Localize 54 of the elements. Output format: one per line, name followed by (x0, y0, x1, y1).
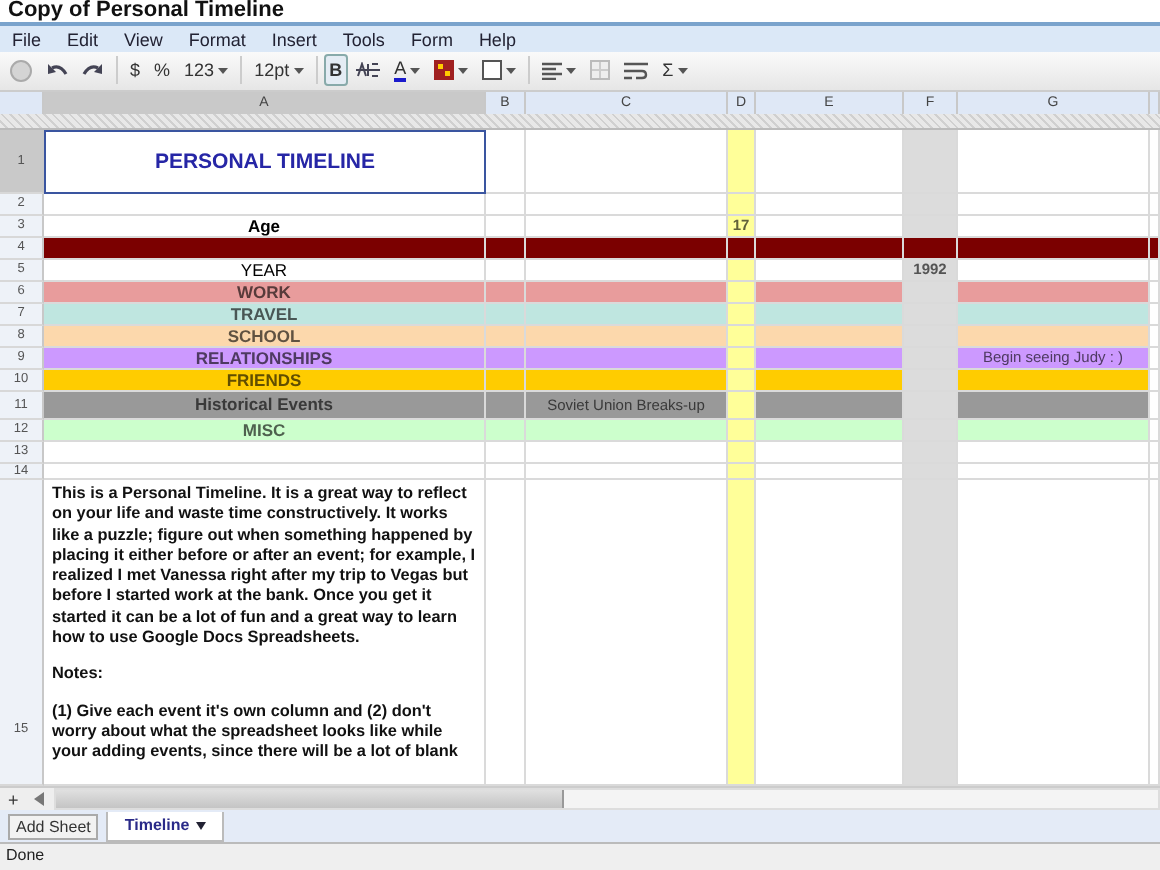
table-cell: TRAVEL (44, 303, 486, 326)
caret-icon (410, 67, 421, 74)
table-cell (486, 441, 526, 464)
menu-item[interactable]: File (12, 29, 42, 50)
table-cell: YEAR (44, 259, 486, 282)
merge-cells-icon (590, 60, 611, 81)
horizontal-scrollbar[interactable] (54, 788, 1160, 811)
print-icon (10, 59, 32, 82)
menu-item[interactable]: Format (188, 29, 246, 50)
undo-icon (46, 61, 68, 80)
toolbar-button[interactable]: Σ (656, 54, 694, 87)
caret-icon (195, 821, 206, 830)
caret-icon (677, 67, 688, 74)
table-cell: Age (44, 215, 486, 238)
redo-icon (82, 61, 104, 80)
scroll-left-icon[interactable] (34, 792, 47, 807)
table-cell: FRIENDS (44, 369, 486, 392)
menu-item[interactable]: Edit (67, 29, 99, 50)
table-cell: WORK (44, 281, 486, 304)
caret-icon (458, 67, 469, 74)
table-cell: PERSONAL TIMELINE (44, 129, 486, 194)
menu-item[interactable]: Help (478, 29, 516, 50)
add-sheet-button[interactable]: Add Sheet (8, 813, 99, 840)
table-cell (486, 259, 526, 282)
status-bar: Done (0, 843, 1160, 870)
sheet-tab[interactable]: Timeline (106, 811, 224, 842)
table-cell (486, 129, 526, 194)
table-cell: Historical Events (44, 391, 486, 420)
borders-icon (482, 60, 503, 81)
fill-color-icon (434, 60, 455, 81)
table-cell (486, 215, 526, 238)
caret-icon (566, 67, 577, 74)
caret-icon (506, 67, 517, 74)
menu-item[interactable]: Insert (271, 29, 317, 50)
menu-item[interactable]: Tools (342, 29, 385, 50)
table-cell: MISC (44, 419, 486, 442)
toolbar-button[interactable]: $ (124, 54, 147, 87)
toolbar-button[interactable]: % (148, 54, 177, 87)
toolbar-button[interactable]: 12pt (248, 54, 310, 87)
strikethrough-icon (356, 62, 381, 79)
menu-item[interactable]: View (124, 29, 163, 50)
align-icon (542, 61, 563, 80)
table-cell: RELATIONSHIPS (44, 347, 486, 370)
table-cell: This is a Personal Timeline. It is a great way to reflect on your life and waste time constructively. It works like a puzzle; figure out when something happened by placing it either before or after an event; for example, I realized I met Vanessa right after my trip to Vegas but before I started work at the bank. Once you get it started it can be a lot of fun and a great way to learn how to use Google Docs Spreadsheets. Notes: (1) Give each event it's own column and (2) don't worry about what the spreadsheet looks like while your adding events, since there will be a lot of blank (44, 479, 486, 786)
menu-item[interactable]: Form (410, 29, 453, 50)
add-button[interactable]: + (0, 789, 27, 810)
toolbar-button[interactable]: 123 (178, 54, 235, 87)
toolbar-button[interactable]: A (388, 54, 427, 87)
toolbar-button[interactable]: B (323, 54, 349, 87)
table-cell: SCHOOL (44, 325, 486, 348)
caret-icon (293, 67, 304, 74)
wrap-text-icon (624, 61, 649, 80)
caret-icon (218, 67, 229, 74)
table-cell (486, 193, 526, 216)
